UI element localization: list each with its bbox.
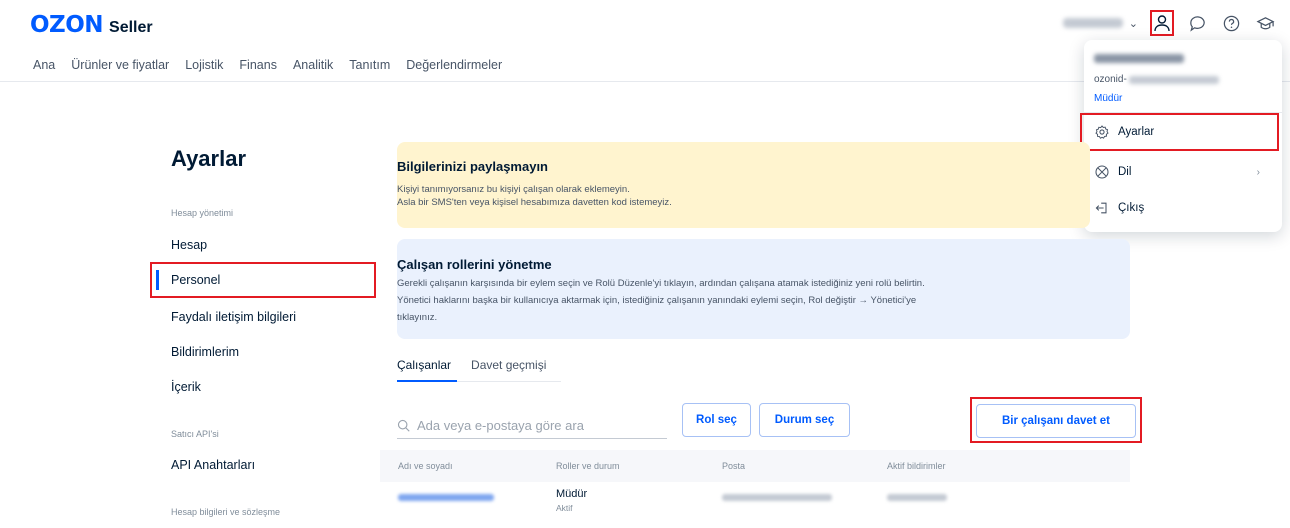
sidebar-item-content[interactable]: İçerik [171,380,201,394]
employee-name-blurred[interactable] [398,494,494,501]
warning-line-1: Kişiyi tanımıyorsanız bu kişiyi çalışan … [397,184,630,195]
info-line-3: tıklayınız. [397,312,438,323]
employee-status: Aktif [556,503,573,513]
col-name: Adı ve soyadı [398,461,453,471]
menu-item-logout-label: Çıkış [1118,202,1145,214]
info-title: Çalışan rollerini yönetme [397,257,552,272]
nav-item-ana[interactable]: Ana [33,58,55,72]
ozon-seller-logo[interactable]: OZON Seller [30,12,153,38]
roles-info-card: Çalışan rollerini yönetme Gerekli çalışa… [397,239,1130,339]
col-roles: Roller ve durum [556,461,620,471]
employee-notifications-blurred [887,494,947,501]
col-email: Posta [722,461,746,471]
logo-ozon-text: OZON [30,12,104,38]
nav-item-logistics[interactable]: Lojistik [185,58,223,72]
info-line-2: Yönetici haklarını başka bir kullanıcıya… [397,295,917,306]
menu-item-language[interactable]: Dil › [1094,164,1272,180]
settings-highlight-box [1080,113,1279,151]
sidebar-group-account: Hesap yönetimi [171,208,234,218]
role-select-button[interactable]: Rol seç [682,403,751,437]
invite-employee-button[interactable]: Bir çalışanı davet et [976,404,1136,438]
status-select-button[interactable]: Durum seç [759,403,850,437]
nav-item-products[interactable]: Ürünler ve fiyatlar [71,58,169,72]
employee-tabs: Çalışanlar Davet geçmişi [397,358,546,372]
chevron-down-icon[interactable]: ⌄ [1129,17,1138,30]
active-indicator [156,270,159,290]
warning-title: Bilgilerinizi paylaşmayın [397,159,548,174]
chevron-right-icon: › [1256,166,1260,178]
ozon-id-prefix: ozonid- [1094,74,1127,85]
table-header: Adı ve soyadı Roller ve durum Posta Akti… [380,450,1130,482]
search-input[interactable]: Ada veya e-postaya göre ara [397,413,667,439]
page-title: Ayarlar [171,146,247,171]
search-icon [397,419,410,432]
active-tab-indicator [397,380,457,382]
menu-item-language-label: Dil [1118,166,1132,178]
logout-icon [1095,202,1107,214]
sidebar-group-contract: Hesap bilgileri ve sözleşme [171,507,281,517]
sidebar-group-api: Satıcı API'si [171,429,219,439]
education-cap-icon[interactable] [1254,12,1276,34]
warning-line-2: Asla bir SMS'ten veya kişisel hesabımıza… [397,197,672,208]
store-switcher-blurred[interactable] [1062,18,1123,28]
nav-item-promotion[interactable]: Tanıtım [349,58,390,72]
employee-email-blurred [722,494,832,501]
warning-banner: Bilgilerinizi paylaşmayın Kişiyi tanımıy… [397,142,1090,228]
globe-icon [1095,165,1109,179]
user-icon [1154,15,1170,32]
sidebar-item-api-keys[interactable]: API Anahtarları [171,458,255,472]
tab-employees[interactable]: Çalışanlar [397,358,451,372]
employee-role: Müdür [556,488,588,500]
tab-invite-history[interactable]: Davet geçmişi [471,358,546,372]
sidebar-item-notifications[interactable]: Bildirimlerim [171,345,239,359]
nav-item-finance[interactable]: Finans [239,58,277,72]
top-right-controls: ⌄ [1062,10,1276,36]
table-row[interactable]: Müdür Aktif [380,484,1130,528]
nav-item-reviews[interactable]: Değerlendirmeler [406,58,502,72]
main-nav: Ana Ürünler ve fiyatlar Lojistik Finans … [33,58,502,72]
info-line-1: Gerekli çalışanın karşısında bir eylem s… [397,278,925,289]
sidebar-item-account[interactable]: Hesap [171,238,207,252]
ozon-id-blurred [1128,75,1219,84]
sidebar-item-personnel[interactable]: Personel [171,273,220,287]
col-notifications: Aktif bildirimler [887,461,946,471]
search-placeholder: Ada veya e-postaya göre ara [417,418,584,433]
account-role: Müdür [1094,93,1123,104]
account-name-blurred [1094,54,1184,63]
sidebar-item-contacts[interactable]: Faydalı iletişim bilgileri [171,310,296,324]
help-icon[interactable] [1220,12,1242,34]
chat-icon[interactable] [1186,12,1208,34]
ozon-id: ozonid- [1094,74,1219,85]
user-menu-button[interactable] [1150,10,1174,36]
menu-item-logout[interactable]: Çıkış [1094,200,1144,216]
logo-seller-text: Seller [109,19,153,36]
nav-item-analytics[interactable]: Analitik [293,58,333,72]
